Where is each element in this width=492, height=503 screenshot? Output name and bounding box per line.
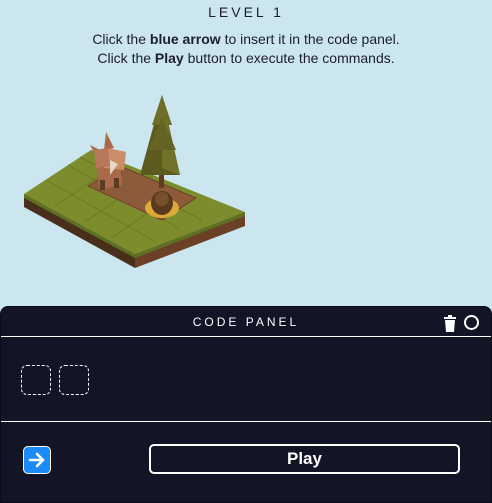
right-arrow-icon xyxy=(28,452,45,468)
code-panel-title: CODE PANEL xyxy=(192,315,300,329)
game-scene xyxy=(24,95,245,268)
code-panel-header: CODE PANEL xyxy=(1,307,491,337)
instruction-text: Click the xyxy=(92,31,150,47)
instruction-text: Click the xyxy=(97,50,155,66)
empty-command-slot[interactable] xyxy=(59,365,89,395)
panel-divider xyxy=(1,421,491,422)
instruction-text: button to execute the commands. xyxy=(183,50,395,66)
island xyxy=(24,150,245,268)
circle-icon[interactable] xyxy=(464,315,479,330)
instruction-line-1: Click the blue arrow to insert it in the… xyxy=(0,30,492,49)
instructions: Click the blue arrow to insert it in the… xyxy=(0,30,492,68)
trash-icon[interactable] xyxy=(443,315,457,332)
code-panel: CODE PANEL Play xyxy=(0,306,492,503)
instruction-text: to insert it in the code panel. xyxy=(220,31,400,47)
level-title: LEVEL 1 xyxy=(208,4,284,20)
instruction-line-2: Click the Play button to execute the com… xyxy=(0,49,492,68)
instruction-emphasis: blue arrow xyxy=(149,31,221,47)
blue-arrow-button[interactable] xyxy=(23,446,51,474)
empty-command-slot[interactable] xyxy=(21,365,51,395)
instruction-emphasis: Play xyxy=(154,50,184,66)
play-button[interactable]: Play xyxy=(149,444,460,474)
pine-tree xyxy=(140,95,180,188)
